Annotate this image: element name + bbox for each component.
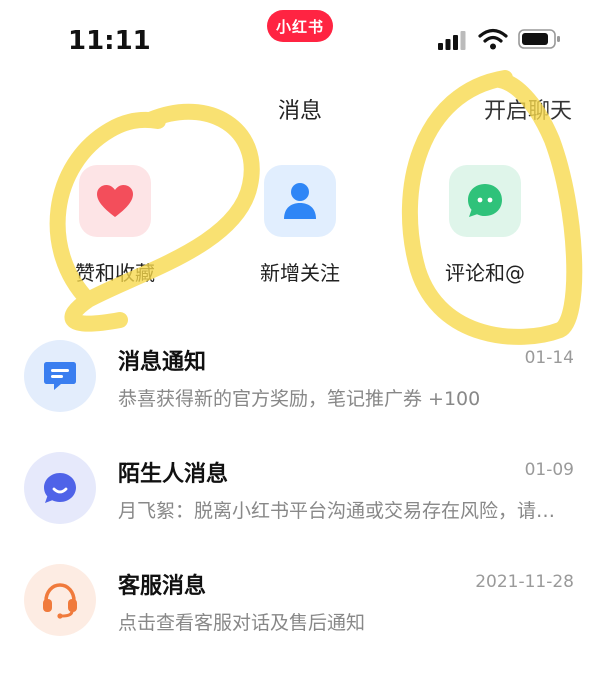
person-icon [284,183,316,219]
comments-tile [449,165,521,237]
shortcut-label: 评论和@ [445,261,525,285]
likes-and-collections-button[interactable]: 赞和收藏 [45,165,185,286]
stranger-avatar [24,452,96,524]
message-preview: 点击查看客服对话及售后通知 [118,612,366,634]
comments-and-mentions-button[interactable]: 评论和@ [415,165,555,286]
notification-avatar [24,340,96,412]
message-date: 2021-11-28 [475,572,574,592]
message-title: 陌生人消息 [118,462,229,487]
headset-icon [43,583,77,619]
shortcut-label: 赞和收藏 [75,261,155,285]
chat-bubble-icon [44,473,76,503]
app-badge: 小红书 [267,10,333,42]
list-item-customer-service[interactable]: 客服消息 2021-11-28 点击查看客服对话及售后通知 [0,564,600,664]
message-title: 消息通知 [118,350,207,375]
list-item-stranger-messages[interactable]: 陌生人消息 01-09 月飞絮：脱离小红书平台沟通或交易存在风险，请注意安全 [0,452,600,552]
status-time: 11:11 [68,26,151,56]
heart-icon [97,185,133,217]
notification-icon [44,362,76,390]
new-followers-button[interactable]: 新增关注 [230,165,370,286]
followers-tile [264,165,336,237]
signal-icon [438,31,466,50]
message-date: 01-09 [524,460,574,480]
shortcut-label: 新增关注 [260,261,340,285]
wifi-icon [478,28,508,50]
list-item-notifications[interactable]: 消息通知 01-14 恭喜获得新的官方奖励，笔记推广券 +100 [0,340,600,440]
comment-icon [468,184,502,217]
open-chat-button[interactable]: 开启聊天 [484,93,572,125]
message-preview: 恭喜获得新的官方奖励，笔记推广券 +100 [118,388,481,410]
likes-tile [79,165,151,237]
message-title: 客服消息 [118,574,207,599]
service-avatar [24,564,96,636]
message-preview: 月飞絮：脱离小红书平台沟通或交易存在风险，请注意安全 [118,500,563,522]
message-date: 01-14 [524,348,574,368]
battery-icon [518,29,560,49]
